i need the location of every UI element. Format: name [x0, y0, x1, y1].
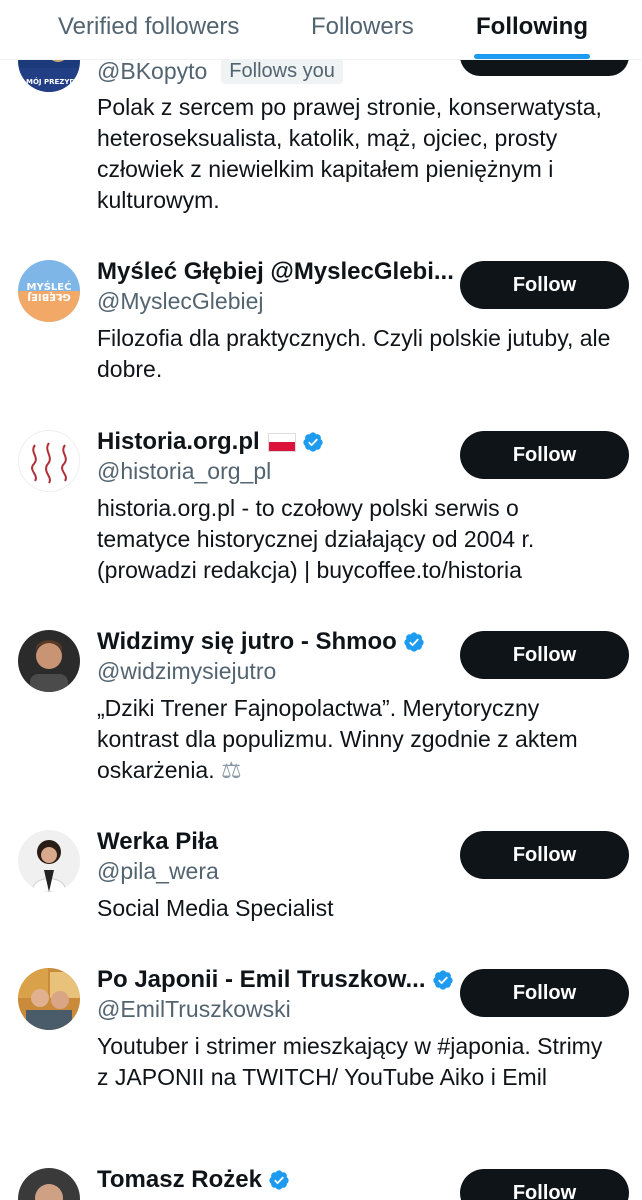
follow-button[interactable]: Follow	[460, 631, 629, 679]
user-bio: Social Media Specialist	[97, 895, 334, 921]
name-line: Po Japonii - Emil Truszkow...	[97, 966, 454, 994]
display-name[interactable]: Myśleć Głębiej @MyslecGlebi...	[97, 258, 454, 286]
list-item-pila-wera[interactable]: Werka Piła @pila_wera Social Media Speci…	[0, 810, 642, 948]
follow-button[interactable]: Follow	[460, 1169, 629, 1200]
follow-button-label: Follow	[512, 981, 577, 1004]
name-line: Historia.org.pl	[97, 428, 324, 456]
follow-button-label: Follow	[512, 443, 577, 466]
user-handle: @MyslecGlebiej	[97, 288, 264, 314]
follow-button[interactable]: Follow	[460, 969, 629, 1017]
tab-followers[interactable]: Followers	[311, 0, 414, 60]
verified-badge-icon	[432, 969, 454, 991]
avatar-image: MYŚLEĆ GŁĘBIEJ	[18, 260, 80, 322]
follow-button[interactable]: Follow	[460, 831, 629, 879]
list-item-emiltruszkowski[interactable]: Po Japonii - Emil Truszkow... @EmilTrusz…	[0, 948, 642, 1148]
follow-button-label: Follow	[512, 1181, 577, 1200]
follow-button-label: Follow	[512, 643, 577, 666]
user-bio: Polak z sercem po prawej stronie, konser…	[97, 94, 602, 213]
follow-button-label: Follow	[512, 273, 577, 296]
avatar-image	[18, 630, 80, 692]
avatar-image	[18, 1168, 80, 1200]
display-name[interactable]: Po Japonii - Emil Truszkow...	[97, 966, 426, 994]
list-item-historia[interactable]: Historia.org.pl @historia_org_pl histori…	[0, 410, 642, 610]
user-handle: @pila_wera	[97, 858, 219, 884]
name-line: Tomasz Rożek	[97, 1166, 290, 1194]
follows-you-badge: Follows you	[221, 59, 343, 84]
follow-button-label: Follow	[512, 843, 577, 866]
follow-button[interactable]: Follow	[460, 431, 629, 479]
avatar-image	[18, 968, 80, 1030]
user-bio: historia.org.pl - to czołowy polski serw…	[97, 495, 535, 583]
avatar-image	[19, 431, 79, 491]
follow-button[interactable]: Follow	[460, 261, 629, 309]
tab-verified-followers[interactable]: Verified followers	[58, 0, 239, 60]
user-handle: @historia_org_pl	[97, 458, 272, 484]
avatar-caption: MÓJ PREZYDENT	[26, 77, 80, 86]
user-handle: @BKopyto	[97, 58, 208, 84]
user-bio: Youtuber i strimer mieszkający w #japoni…	[97, 1033, 603, 1090]
active-tab-indicator	[474, 54, 590, 59]
name-line: Widzimy się jutro - Shmoo	[97, 628, 425, 656]
user-bio: „Dziki Trener Fajnopolactwa”. Merytorycz…	[97, 693, 617, 787]
follow-tabs: Verified followers Followers Following	[0, 0, 642, 60]
svg-text:GŁĘBIEJ: GŁĘBIEJ	[27, 291, 70, 302]
handle-line: @BKopyto Follows you	[97, 58, 343, 85]
list-item-tomasz-rozek[interactable]: Tomasz Rożek Follow	[0, 1148, 642, 1200]
avatar[interactable]	[18, 830, 80, 892]
avatar[interactable]	[18, 630, 80, 692]
display-name[interactable]: Historia.org.pl	[97, 428, 260, 456]
user-bio-text: „Dziki Trener Fajnopolactwa”. Merytorycz…	[97, 695, 578, 783]
verified-badge-icon	[268, 1169, 290, 1191]
poland-flag-icon	[267, 432, 296, 452]
user-handle: @widzimysiejutro	[97, 658, 277, 684]
user-bio: Filozofia dla praktycznych. Czyli polski…	[97, 325, 611, 382]
tab-following[interactable]: Following	[476, 0, 588, 60]
display-name[interactable]: Tomasz Rożek	[97, 1166, 262, 1194]
list-item-myslecglebiej[interactable]: MYŚLEĆ GŁĘBIEJ Myśleć Głębiej @MyslecGle…	[0, 240, 642, 410]
user-handle: @EmilTruszkowski	[97, 996, 291, 1022]
avatar[interactable]	[18, 430, 80, 492]
display-name[interactable]: Widzimy się jutro - Shmoo	[97, 628, 397, 656]
verified-badge-icon	[403, 631, 425, 653]
display-name[interactable]: Werka Piła	[97, 828, 218, 856]
avatar[interactable]	[18, 1168, 80, 1200]
avatar[interactable]	[18, 968, 80, 1030]
avatar-image	[18, 830, 80, 892]
avatar[interactable]: MYŚLEĆ GŁĘBIEJ	[18, 260, 80, 322]
name-line: Myśleć Głębiej @MyslecGlebi...	[97, 258, 454, 286]
verified-badge-icon	[302, 431, 324, 453]
list-item-widzimysiejutro[interactable]: Widzimy się jutro - Shmoo @widzimysiejut…	[0, 610, 642, 810]
name-line: Werka Piła	[97, 828, 218, 856]
balance-scale-icon: ⚖	[221, 758, 242, 784]
